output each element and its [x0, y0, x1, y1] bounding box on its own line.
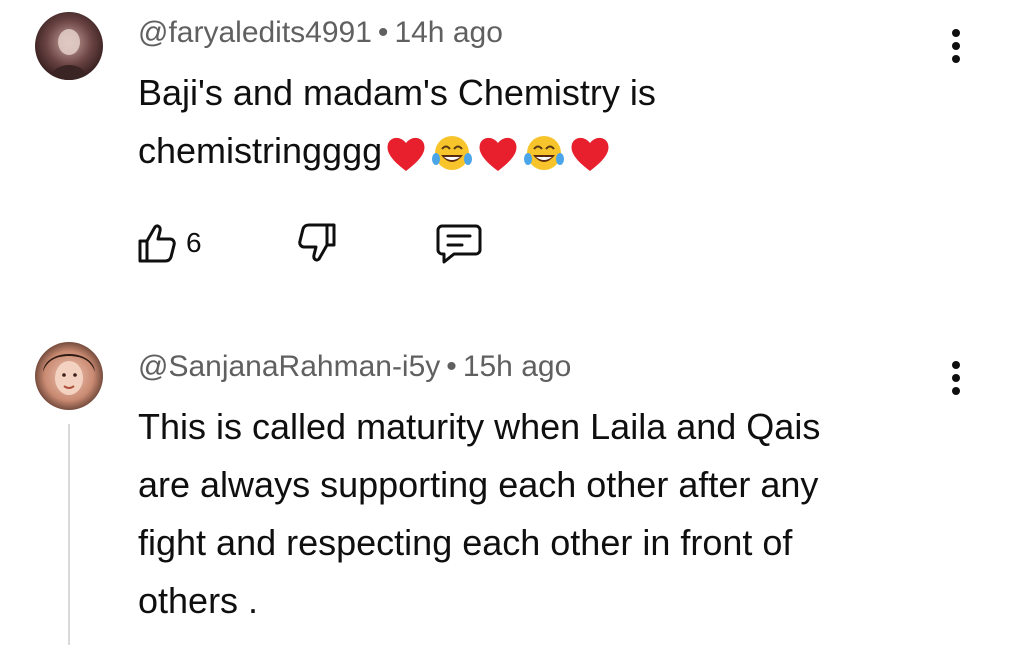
comment-time[interactable]: 15h ago — [463, 350, 571, 383]
comment-line: Baji's and madam's Chemistry is — [138, 72, 656, 113]
comment-line-text: chemistringggg — [138, 130, 383, 171]
avatar[interactable] — [35, 12, 103, 80]
emoji-group — [384, 133, 614, 173]
more-options-button[interactable] — [944, 22, 968, 70]
more-vertical-icon — [952, 387, 960, 395]
comment-line: are always supporting each other after a… — [138, 464, 819, 505]
more-vertical-icon — [952, 374, 960, 382]
comment-text: Baji's and madam's Chemistry is chemistr… — [138, 64, 778, 180]
tears-of-joy-icon — [524, 136, 565, 171]
avatar[interactable] — [35, 342, 103, 410]
reply-icon — [436, 224, 482, 264]
more-options-button[interactable] — [944, 354, 968, 402]
comments-section: @faryaledits4991 • 14h ago Baji's and mada… — [0, 0, 1024, 645]
like-count: 6 — [186, 227, 202, 258]
thumbs-up-icon — [138, 224, 176, 263]
comment-line: others . — [138, 580, 259, 621]
comment: @SanjanaRahman-i5y • 15h ago This is calle… — [0, 330, 1024, 645]
comment-author[interactable]: @SanjanaRahman-i5y — [138, 350, 440, 383]
red-heart-icon — [479, 138, 517, 172]
comment-author[interactable]: @faryaledits4991 — [138, 16, 372, 49]
comment-line: This is called maturity when Laila and Q… — [138, 406, 821, 447]
red-heart-icon — [387, 138, 425, 172]
reply-button[interactable] — [434, 218, 484, 268]
meta-separator: • — [377, 16, 389, 49]
dislike-button[interactable] — [296, 218, 340, 268]
comment-time[interactable]: 14h ago — [394, 16, 502, 49]
more-vertical-icon — [952, 29, 960, 37]
comment-text: This is called maturity when Laila and Q… — [138, 398, 938, 630]
comment-line: fight and respecting each other in front… — [138, 522, 793, 563]
more-vertical-icon — [952, 55, 960, 63]
thread-line — [68, 424, 70, 645]
comment-meta: @SanjanaRahman-i5y • 15h ago — [138, 350, 571, 384]
tears-of-joy-icon — [432, 136, 473, 171]
more-vertical-icon — [952, 361, 960, 369]
like-button[interactable]: 6 — [134, 218, 202, 268]
comment-meta: @faryaledits4991 • 14h ago — [138, 16, 503, 50]
comment-line: chemistringggg — [138, 122, 778, 180]
more-vertical-icon — [952, 42, 960, 50]
thumbs-down-icon — [298, 223, 336, 262]
red-heart-icon — [571, 138, 609, 172]
comment: @faryaledits4991 • 14h ago Baji's and mada… — [0, 0, 1024, 300]
meta-separator: • — [446, 350, 457, 383]
